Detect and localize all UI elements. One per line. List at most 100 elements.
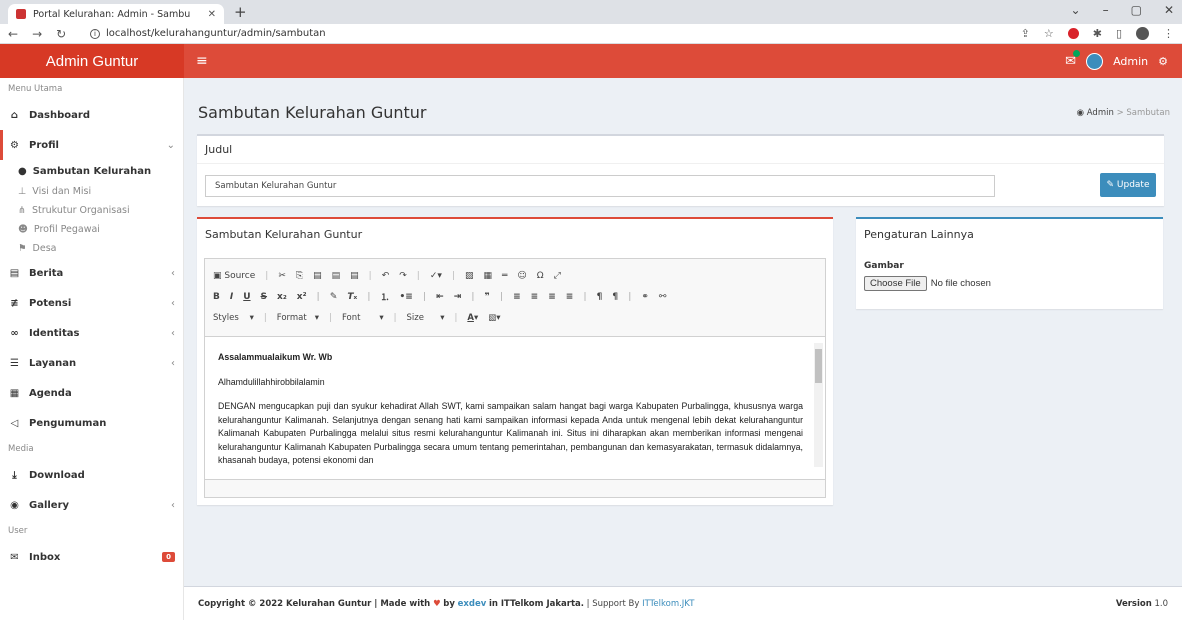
user-name[interactable]: Admin xyxy=(1113,55,1148,68)
smiley-icon[interactable]: ☺ xyxy=(517,271,526,281)
align-right-icon[interactable]: ≡ xyxy=(548,292,556,302)
sidebar-item-layanan[interactable]: ☰ Layanan ‹ xyxy=(0,348,183,378)
sidebar-item-identitas[interactable]: ∞ Identitas ‹ xyxy=(0,318,183,348)
sidepanel-icon[interactable]: ▯ xyxy=(1116,27,1122,40)
font-dropdown[interactable]: Font ▾ xyxy=(342,313,384,323)
sidebar-item-inbox[interactable]: ✉ Inbox 0 xyxy=(0,542,183,572)
ltr-icon[interactable]: ¶ xyxy=(597,292,603,302)
editor-document[interactable]: Assalammualaikum Wr. Wb Alhamdulillahhir… xyxy=(205,338,825,480)
text-color-icon[interactable]: A▾ xyxy=(467,313,478,323)
site-info-icon[interactable]: i xyxy=(90,28,100,39)
link-icon[interactable]: ⚭ xyxy=(641,292,649,302)
forward-icon[interactable]: → xyxy=(32,27,42,41)
settings-gear-icon[interactable]: ⚙ xyxy=(1158,55,1168,68)
indent-icon[interactable]: ⇥ xyxy=(454,292,462,302)
sidebar: Menu Utama ⌂ Dashboard ⚙ Profil ⌄ ● Sambutan… xyxy=(0,78,184,620)
sidebar-subitem-desa[interactable]: ⚑ Desa xyxy=(0,239,183,258)
sidebar-toggle-icon[interactable]: ≡ xyxy=(196,53,208,69)
align-left-icon[interactable]: ≡ xyxy=(513,292,521,302)
sidebar-item-potensi[interactable]: ≢ Potensi ‹ xyxy=(0,288,183,318)
styles-dropdown[interactable]: Styles ▾ xyxy=(213,313,254,323)
browser-tab[interactable]: Portal Kelurahan: Admin - Sambu ✕ xyxy=(8,4,224,24)
spellcheck-icon[interactable]: ✓▾ xyxy=(430,271,442,281)
subscript-icon[interactable]: x₂ xyxy=(277,292,287,302)
user-avatar[interactable] xyxy=(1086,52,1104,70)
bg-color-icon[interactable]: ▧▾ xyxy=(488,313,500,323)
reload-icon[interactable]: ↻ xyxy=(56,27,66,41)
chevron-left-icon: ‹ xyxy=(171,267,175,279)
footer-in: in ITTelkom Jakarta. xyxy=(488,598,584,609)
paste-word-icon[interactable]: ▤ xyxy=(350,271,359,281)
url-field[interactable]: i localhost/kelurahanguntur/admin/sambut… xyxy=(90,28,326,39)
author-link[interactable]: exdev xyxy=(458,599,487,609)
remove-format-icon[interactable]: Tₓ xyxy=(347,292,357,302)
brand-logo[interactable]: Admin Guntur xyxy=(0,44,184,78)
tab-search-icon[interactable]: ⌄ xyxy=(1071,3,1081,17)
browser-menu-icon[interactable]: ⋮ xyxy=(1163,27,1174,40)
adblock-icon[interactable] xyxy=(1067,28,1079,39)
close-window-icon[interactable]: ✕ xyxy=(1164,3,1174,17)
sidebar-subitem-pegawai[interactable]: ☻ Profil Pegawai xyxy=(0,220,183,239)
rtl-icon[interactable]: ¶ xyxy=(612,292,618,302)
italic-icon[interactable]: I xyxy=(230,292,233,302)
update-button[interactable]: ✎ Update xyxy=(1100,173,1156,197)
editor-scrollbar[interactable] xyxy=(814,343,823,467)
outdent-icon[interactable]: ⇤ xyxy=(436,292,444,302)
justify-icon[interactable]: ≡ xyxy=(566,292,574,302)
minimize-icon[interactable]: – xyxy=(1103,3,1109,17)
sidebar-section-media: Media xyxy=(8,444,34,454)
redo-icon[interactable]: ↷ xyxy=(399,271,407,281)
maximize-icon[interactable]: ⤢ xyxy=(554,271,561,281)
special-char-icon[interactable]: Ω xyxy=(537,271,544,281)
home-icon: ⌂ xyxy=(10,109,19,121)
sidebar-item-profil[interactable]: ⚙ Profil ⌄ xyxy=(0,130,183,160)
new-tab-button[interactable]: + xyxy=(234,3,247,21)
copy-format-icon[interactable]: ✎ xyxy=(330,292,338,302)
table-icon[interactable]: ▦ xyxy=(483,271,492,281)
sidebar-item-gallery[interactable]: ◉ Gallery ‹ xyxy=(0,490,183,520)
image-icon[interactable]: ▨ xyxy=(465,271,474,281)
scrollbar-thumb[interactable] xyxy=(815,349,822,383)
underline-icon[interactable]: U xyxy=(243,292,250,302)
gambar-file-input[interactable]: Choose File No file chosen xyxy=(864,276,991,291)
unlink-icon[interactable]: ⚯ xyxy=(659,292,667,302)
size-dropdown[interactable]: Size ▾ xyxy=(407,313,445,323)
format-dropdown[interactable]: Format ▾ xyxy=(277,313,319,323)
align-center-icon[interactable]: ≡ xyxy=(531,292,539,302)
paste-icon[interactable]: ▤ xyxy=(313,271,322,281)
maximize-icon[interactable]: ▢ xyxy=(1131,3,1142,17)
paste-text-icon[interactable]: ▤ xyxy=(332,271,341,281)
mail-icon[interactable]: ✉ xyxy=(1065,49,1081,69)
support-link[interactable]: ITTelkom.JKT xyxy=(642,599,694,609)
breadcrumb-home[interactable]: Admin xyxy=(1087,108,1114,118)
share-icon[interactable]: ⇪ xyxy=(1021,27,1030,40)
sidebar-subitem-sambutan[interactable]: ● Sambutan Kelurahan xyxy=(0,160,183,182)
sidebar-item-dashboard[interactable]: ⌂ Dashboard xyxy=(0,100,183,130)
extensions-icon[interactable]: ✱ xyxy=(1093,27,1102,40)
envelope-icon: ✉ xyxy=(10,551,19,563)
sidebar-item-pengumuman[interactable]: ◁ Pengumuman xyxy=(0,408,183,438)
sidebar-subitem-struktur[interactable]: ⋔ Strukutur Organisasi xyxy=(0,201,183,220)
close-tab-icon[interactable]: ✕ xyxy=(208,9,216,20)
judul-input[interactable]: Sambutan Kelurahan Guntur xyxy=(205,175,995,197)
numbered-list-icon[interactable]: ⒈ xyxy=(381,290,390,303)
profile-avatar[interactable] xyxy=(1136,27,1149,40)
hr-icon[interactable]: ═ xyxy=(502,271,507,281)
choose-file-button[interactable]: Choose File xyxy=(864,276,927,291)
sidebar-item-berita[interactable]: ▤ Berita ‹ xyxy=(0,258,183,288)
bold-icon[interactable]: B xyxy=(213,292,220,302)
superscript-icon[interactable]: x² xyxy=(297,292,307,302)
sidebar-subitem-visi[interactable]: ⊥ Visi dan Misi xyxy=(0,182,183,201)
undo-icon[interactable]: ↶ xyxy=(382,271,390,281)
back-icon[interactable]: ← xyxy=(8,27,18,41)
cut-icon[interactable]: ✂ xyxy=(278,271,286,281)
blockquote-icon[interactable]: ❞ xyxy=(485,292,490,302)
sidebar-section-main: Menu Utama xyxy=(8,84,63,94)
sidebar-item-download[interactable]: ⤓ Download xyxy=(0,460,183,490)
copy-icon[interactable]: ⎘ xyxy=(296,271,303,281)
strike-icon[interactable]: S xyxy=(261,292,267,302)
bullet-list-icon[interactable]: •≡ xyxy=(400,292,413,302)
bookmark-star-icon[interactable]: ☆ xyxy=(1044,27,1054,40)
source-button[interactable]: ▣ Source xyxy=(213,271,255,281)
sidebar-item-agenda[interactable]: ▦ Agenda xyxy=(0,378,183,408)
